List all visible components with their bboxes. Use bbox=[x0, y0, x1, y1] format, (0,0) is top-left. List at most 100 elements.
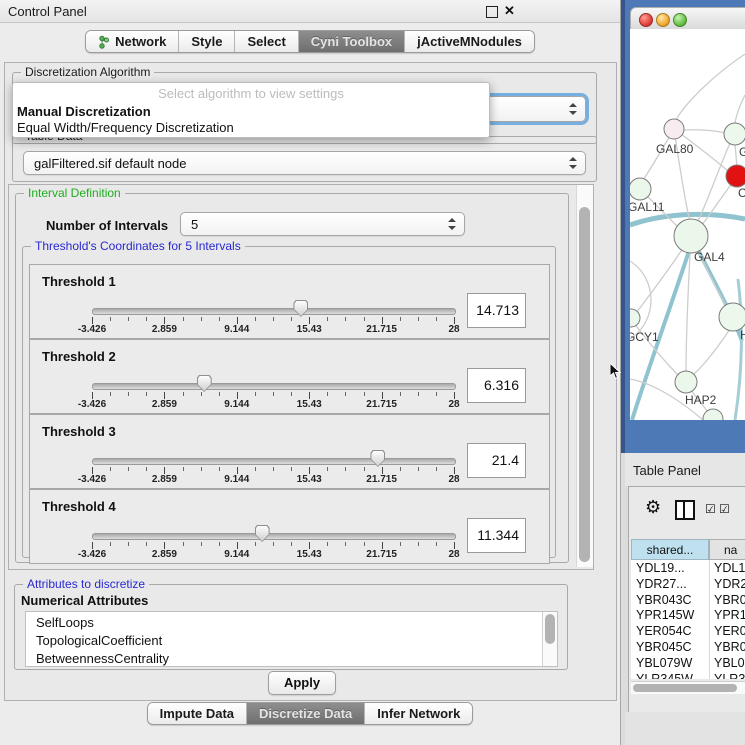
threshold-value-field[interactable]: 21.4 bbox=[467, 443, 526, 478]
tick-mark bbox=[309, 392, 310, 399]
tab-discretize-data[interactable]: Discretize Data bbox=[247, 703, 365, 724]
network-node-label: GAL11 bbox=[630, 200, 665, 214]
slider-track[interactable] bbox=[92, 458, 456, 465]
gear-icon[interactable]: ⚙ bbox=[645, 497, 661, 518]
tick-label: 9.144 bbox=[212, 474, 262, 485]
network-node[interactable] bbox=[674, 219, 708, 253]
tick-mark bbox=[237, 467, 238, 474]
table-row[interactable]: YLR345WYLR3 bbox=[631, 671, 745, 679]
tab-label: Network bbox=[115, 34, 166, 49]
tick-mark bbox=[382, 392, 383, 399]
tab-impute-data[interactable]: Impute Data bbox=[148, 703, 247, 724]
numerical-attributes-label: Numerical Attributes bbox=[21, 593, 148, 608]
node-table[interactable]: shared... na YDL19...YDL1YDR27...YDR2YBR… bbox=[631, 539, 745, 679]
tick-mark bbox=[382, 467, 383, 474]
top-tabbar: Network Style Select Cyni Toolbox jActiv… bbox=[0, 30, 620, 53]
table-rows: YDL19...YDL1YDR27...YDR2YBR043CYBR0YPR14… bbox=[631, 560, 745, 679]
table-row[interactable]: YER054CYER0 bbox=[631, 623, 745, 639]
tick-mark bbox=[454, 542, 455, 549]
dropdown-option-manual-discretization[interactable]: Manual Discretization bbox=[17, 104, 151, 119]
close-icon[interactable]: ✕ bbox=[504, 3, 515, 19]
tick-mark bbox=[436, 392, 437, 396]
tick-mark bbox=[128, 467, 129, 471]
tick-mark bbox=[327, 317, 328, 321]
network-node[interactable] bbox=[703, 409, 723, 420]
tab-select[interactable]: Select bbox=[235, 31, 298, 52]
vertical-scrollbar-thumb[interactable] bbox=[579, 207, 590, 562]
dropdown-option-equal-width-frequency[interactable]: Equal Width/Frequency Discretization bbox=[17, 120, 234, 135]
tick-mark bbox=[309, 317, 310, 324]
table-row[interactable]: YBR045CYBR0 bbox=[631, 639, 745, 655]
tick-label: 9.144 bbox=[212, 399, 262, 410]
column-header-shared-name[interactable]: shared... bbox=[631, 539, 709, 560]
horizontal-scrollbar[interactable] bbox=[631, 681, 745, 694]
column-header-name[interactable]: na bbox=[709, 539, 745, 560]
network-node-label: GAL80 bbox=[656, 142, 694, 156]
slider-track[interactable] bbox=[92, 383, 456, 390]
list-scrollbar[interactable] bbox=[542, 612, 557, 666]
table-cell-name: YBL0 bbox=[714, 655, 745, 671]
tab-cyni-toolbox[interactable]: Cyni Toolbox bbox=[299, 31, 405, 52]
network-node[interactable] bbox=[719, 303, 745, 331]
network-node[interactable] bbox=[675, 371, 697, 393]
tab-infer-network[interactable]: Infer Network bbox=[365, 703, 472, 724]
tick-mark bbox=[92, 392, 93, 399]
horizontal-scrollbar-thumb[interactable] bbox=[633, 684, 737, 692]
table-data-combobox[interactable]: galFiltered.sif default node bbox=[23, 151, 586, 175]
tick-label: -3.426 bbox=[67, 549, 117, 560]
numerical-attributes-list[interactable]: SelfLoops TopologicalCoefficient Betweenne… bbox=[25, 611, 558, 667]
attributes-group: Attributes to discretize Numerical Attri… bbox=[14, 584, 568, 670]
close-traffic-light[interactable] bbox=[639, 13, 653, 27]
network-graph-icon bbox=[98, 35, 110, 49]
slider-track[interactable] bbox=[92, 533, 456, 540]
tick-mark bbox=[110, 317, 111, 321]
checkbox-icon[interactable]: ☑ bbox=[719, 502, 730, 516]
network-window-titlebar[interactable] bbox=[630, 7, 745, 31]
tab-style[interactable]: Style bbox=[179, 31, 235, 52]
tick-mark bbox=[128, 392, 129, 396]
network-canvas[interactable]: GAL80GCGAL11GAL4GCY1HHAP2 bbox=[630, 29, 745, 420]
list-scrollbar-thumb[interactable] bbox=[545, 614, 555, 644]
threshold-value-field[interactable]: 11.344 bbox=[467, 518, 526, 553]
vertical-scrollbar[interactable] bbox=[576, 185, 593, 567]
network-node[interactable] bbox=[726, 165, 745, 187]
attribute-list-item[interactable]: TopologicalCoefficient bbox=[36, 633, 162, 648]
tick-mark bbox=[418, 467, 419, 471]
tick-mark bbox=[327, 542, 328, 546]
tick-mark bbox=[454, 467, 455, 474]
window-title: Control Panel bbox=[8, 4, 87, 19]
table-row[interactable]: YBL079WYBL0 bbox=[631, 655, 745, 671]
table-row[interactable]: YDL19...YDL1 bbox=[631, 560, 745, 576]
tick-mark bbox=[364, 317, 365, 321]
zoom-traffic-light[interactable] bbox=[673, 13, 687, 27]
attribute-list-item[interactable]: BetweennessCentrality bbox=[36, 651, 169, 666]
table-row[interactable]: YDR27...YDR2 bbox=[631, 576, 745, 592]
threshold-value-field[interactable]: 6.316 bbox=[467, 368, 526, 403]
attribute-list-item[interactable]: SelfLoops bbox=[36, 615, 94, 630]
network-node[interactable] bbox=[664, 119, 684, 139]
tab-network[interactable]: Network bbox=[86, 31, 179, 52]
tick-mark bbox=[382, 317, 383, 324]
network-node-label: GAL4 bbox=[694, 250, 725, 264]
network-node[interactable] bbox=[724, 123, 745, 145]
combo-arrows-icon bbox=[569, 103, 577, 115]
apply-button[interactable]: Apply bbox=[268, 671, 336, 695]
columns-icon[interactable] bbox=[675, 500, 695, 520]
threshold-panel: Threshold 1-3.4262.8599.14415.4321.71528… bbox=[29, 264, 550, 339]
table-row[interactable]: YBR043CYBR0 bbox=[631, 592, 745, 608]
minimize-traffic-light[interactable] bbox=[656, 13, 670, 27]
table-row[interactable]: YPR145WYPR1 bbox=[631, 607, 745, 623]
tab-jactivemnodules[interactable]: jActiveMNodules bbox=[405, 31, 534, 52]
tick-mark bbox=[201, 317, 202, 321]
float-window-icon[interactable] bbox=[486, 6, 498, 18]
network-node[interactable] bbox=[630, 178, 651, 200]
tab-label: Discretize Data bbox=[259, 706, 352, 721]
number-of-intervals-spinner[interactable]: 5 bbox=[180, 212, 465, 236]
checkbox-icon[interactable]: ☑ bbox=[705, 502, 716, 516]
network-node[interactable] bbox=[630, 309, 640, 327]
tick-label: 15.43 bbox=[284, 399, 334, 410]
threshold-value-field[interactable]: 14.713 bbox=[467, 293, 526, 328]
bottom-tabbar: Impute Data Discretize Data Infer Networ… bbox=[0, 702, 620, 725]
slider-track[interactable] bbox=[92, 308, 456, 315]
table-cell-name: YBR0 bbox=[714, 592, 745, 608]
